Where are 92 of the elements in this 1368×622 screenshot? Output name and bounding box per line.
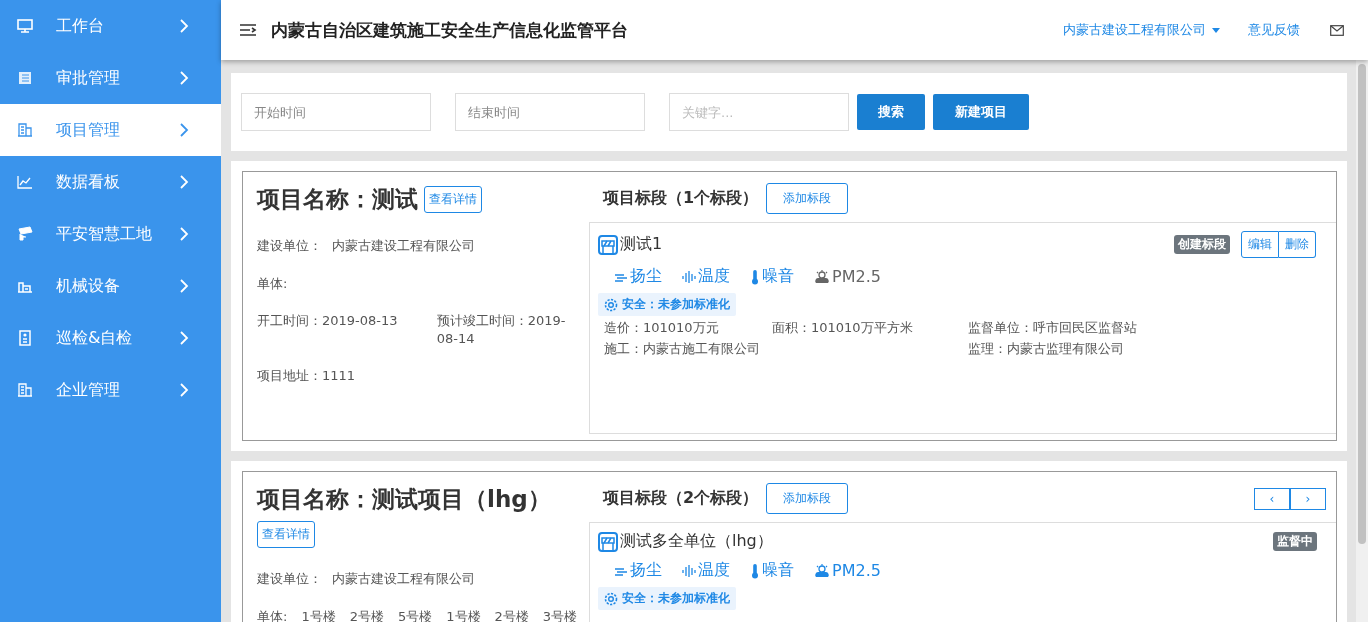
previous-button[interactable]: ‹ xyxy=(1254,487,1290,510)
building-tag: 2号楼 xyxy=(349,607,384,622)
view-details-button[interactable]: 查看详情 xyxy=(257,521,315,548)
scrollbar[interactable] xyxy=(1356,60,1368,622)
action-button[interactable]: 删除 xyxy=(1279,231,1316,258)
wave-bars-icon xyxy=(682,563,696,578)
section-field: 监督单位：呼市回民区监督站 xyxy=(968,320,1328,337)
building-icon xyxy=(16,121,34,139)
sensor-link[interactable]: 扬尘 xyxy=(614,560,662,581)
sidebar-item[interactable]: 审批管理 xyxy=(0,52,221,104)
thermometer-icon xyxy=(750,268,760,285)
view-details-button[interactable]: 查看详情 xyxy=(424,186,482,213)
section-name: 测试1 xyxy=(620,234,664,255)
barrier-icon xyxy=(598,234,618,255)
finish-date: 预计竣工时间：2019-08-14 xyxy=(436,312,567,348)
cloud-sun-icon xyxy=(814,562,830,579)
sensor-link[interactable]: PM2.5 xyxy=(814,266,881,287)
building-tag: 5号楼 xyxy=(397,607,433,622)
chevron-right-icon xyxy=(179,331,189,345)
page-title: 内蒙古自治区建筑施工安全生产信息化监管平台 xyxy=(271,18,629,42)
camera-icon xyxy=(16,225,34,243)
feedback-link[interactable]: 意见反馈 xyxy=(1248,21,1300,39)
sidebar-item[interactable]: 项目管理 xyxy=(0,104,221,156)
chevron-right-icon xyxy=(179,279,189,293)
keyword-field[interactable]: 关键字... xyxy=(669,93,849,131)
chevron-right-icon xyxy=(179,19,189,33)
sidebar-item[interactable]: 数据看板 xyxy=(0,156,221,208)
safety-tag: 安全：未参加标准化 xyxy=(598,587,736,610)
building-icon xyxy=(16,381,34,399)
field-label: 单体: xyxy=(257,274,288,293)
sections-heading: 项目标段（1个标段） xyxy=(603,188,759,209)
doc-icon xyxy=(16,329,34,347)
safety-tag: 安全：未参加标准化 xyxy=(598,293,736,316)
section-name: 测试多全单位（lhg） xyxy=(620,531,774,552)
sidebar-item[interactable]: 平安智慧工地 xyxy=(0,208,221,260)
sensor-link[interactable]: 温度 xyxy=(682,266,730,287)
building-tag: 1号楼 xyxy=(446,607,481,622)
sensor-link[interactable]: PM2.5 xyxy=(814,560,881,581)
add-section-button[interactable]: 添加标段 xyxy=(766,183,849,214)
building-tag: 3号楼 xyxy=(542,607,578,622)
chart-icon xyxy=(16,173,34,191)
chevron-right-icon xyxy=(179,383,189,397)
action-button[interactable]: 编辑 xyxy=(1241,231,1279,258)
thermometer-icon xyxy=(750,562,760,579)
building-tag: 2号楼 xyxy=(494,607,529,622)
search-button[interactable]: 搜索 xyxy=(857,94,925,130)
field-value: 内蒙古建设工程有限公司 xyxy=(332,237,475,255)
sensor-link[interactable]: 噪音 xyxy=(750,266,794,287)
next-button[interactable]: › xyxy=(1290,487,1326,510)
field-label: 建设单位： xyxy=(257,570,322,588)
chevron-right-icon xyxy=(179,71,189,85)
list-icon xyxy=(16,69,34,87)
chevron-right-icon xyxy=(179,175,189,189)
project-name: 项目名称：测试 xyxy=(257,185,418,214)
mail-icon[interactable] xyxy=(1330,24,1344,36)
section-field: 施工：内蒙古施工有限公司 xyxy=(604,340,968,358)
section-field: 造价：101010万元 xyxy=(604,320,772,337)
new-project-button[interactable]: 新建项目 xyxy=(933,94,1029,130)
project-name: 项目名称：测试项目（lhg） xyxy=(257,485,551,514)
barrier-icon xyxy=(598,531,618,552)
sensor-link[interactable]: 温度 xyxy=(682,560,730,581)
field-label: 单体: xyxy=(257,607,288,622)
sensor-link[interactable]: 噪音 xyxy=(750,560,794,581)
settings-icon xyxy=(604,591,618,606)
section-field: 面积：101010万平方米 xyxy=(772,320,968,337)
building-tag: 1号楼 xyxy=(301,607,336,622)
chevron-right-icon xyxy=(179,123,189,137)
scrollbar-thumb[interactable] xyxy=(1358,64,1366,544)
sidebar-item[interactable]: 巡检&自检 xyxy=(0,312,221,364)
add-section-button[interactable]: 添加标段 xyxy=(766,483,849,514)
status-badge: 监督中 xyxy=(1273,532,1317,551)
caret-icon xyxy=(1212,27,1220,33)
section-field: 监理：内蒙古监理有限公司 xyxy=(968,340,1328,358)
project-address: 项目地址：1111 xyxy=(257,367,356,385)
company-dropdown[interactable]: 内蒙古建设工程有限公司 xyxy=(1063,21,1220,39)
monitor-icon xyxy=(16,17,34,35)
sidebar-item[interactable]: 企业管理 xyxy=(0,364,221,416)
sensor-link[interactable]: 扬尘 xyxy=(614,266,662,287)
sections-heading: 项目标段（2个标段） xyxy=(603,488,759,509)
chevron-right-icon xyxy=(179,227,189,241)
end-date-field[interactable]: 结束时间 xyxy=(455,93,645,131)
start-date-field[interactable]: 开始时间 xyxy=(241,93,431,131)
field-label: 建设单位： xyxy=(257,237,322,255)
settings-icon xyxy=(604,297,618,312)
cloud-sun-icon xyxy=(814,268,830,285)
status-badge: 创建标段 xyxy=(1174,235,1230,254)
sidebar-item[interactable]: 工作台 xyxy=(0,0,221,52)
field-value: 内蒙古建设工程有限公司 xyxy=(332,570,475,588)
wave-bars-icon xyxy=(682,269,696,284)
sidebar-item[interactable]: 机械设备 xyxy=(0,260,221,312)
start-date: 开工时间：2019-08-13 xyxy=(257,312,399,331)
menu-icon[interactable] xyxy=(239,23,257,37)
